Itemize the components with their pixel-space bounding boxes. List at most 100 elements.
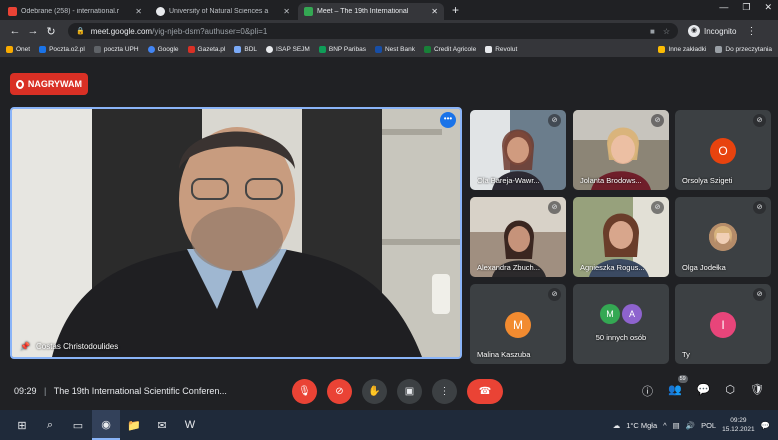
bookmark-item[interactable]: Credit Agricole xyxy=(423,46,477,53)
maximize-icon[interactable]: ❐ xyxy=(742,2,750,13)
bookmark-item[interactable]: poczta UPH xyxy=(93,46,139,53)
address-bar[interactable]: 🔒 meet.google.com /yig-njeb-dsm?authuser… xyxy=(68,23,678,39)
participant-tile[interactable]: ⊘ Ola Bareja-Wawr... xyxy=(470,110,566,190)
tab-meet[interactable]: Meet – The 19th International ✕ xyxy=(298,3,444,20)
reading-list-icon xyxy=(715,46,723,53)
camera-off-button[interactable]: ⊘ xyxy=(327,379,352,404)
bookmark-item[interactable]: Poczta.o2.pl xyxy=(39,46,85,53)
people-icon[interactable]: 👥 59 xyxy=(668,375,688,399)
bookmark-item[interactable]: Revolut xyxy=(485,46,517,53)
bookmark-icon xyxy=(234,46,242,53)
participant-tile[interactable]: ⊘ Agnieszka Rogus... xyxy=(573,197,669,277)
participant-tile[interactable]: O ⊘ Orsolya Szigeti xyxy=(675,110,771,190)
file-explorer-icon[interactable]: 📁 xyxy=(120,410,148,440)
profile-label: Incognito xyxy=(704,26,737,36)
network-icon[interactable]: ▤ xyxy=(673,421,680,430)
participant-tile[interactable]: M ⊘ Malina Kaszuba xyxy=(470,284,566,364)
language-indicator[interactable]: POL xyxy=(701,421,716,430)
activities-icon[interactable]: ⬡ xyxy=(725,383,735,399)
meeting-title: The 19th International Scientific Confer… xyxy=(53,386,227,396)
bookmark-item[interactable]: ISAP SEJM xyxy=(266,46,310,53)
forward-icon[interactable]: → xyxy=(24,25,42,37)
more-options-icon[interactable]: ••• xyxy=(440,112,456,128)
bookmark-item[interactable]: Google xyxy=(147,46,179,53)
bookmark-label: Gazeta.pl xyxy=(197,46,226,53)
weather-label[interactable]: 1°C Mgła xyxy=(626,421,657,430)
weather-icon[interactable]: ☁ xyxy=(613,421,621,430)
bookmark-item[interactable]: Nest Bank xyxy=(374,46,415,53)
reading-list[interactable]: Do przeczytania xyxy=(715,46,772,53)
pin-icon[interactable]: 📌 xyxy=(20,342,30,351)
leave-call-button[interactable]: ☎ xyxy=(467,379,503,404)
notifications-icon[interactable]: 💬 xyxy=(761,421,770,430)
participant-name: Orsolya Szigeti xyxy=(682,176,733,185)
browser-menu-icon[interactable]: ⋮ xyxy=(746,26,756,37)
host-controls-icon[interactable]: 🛡 xyxy=(750,383,764,399)
bookmark-label: Credit Agricole xyxy=(433,46,477,53)
participant-avatar: M xyxy=(505,312,531,338)
participant-name: Malina Kaszuba xyxy=(477,350,531,359)
info-icon[interactable]: ⓘ xyxy=(642,383,653,399)
main-speaker-video[interactable]: ••• 📌 Costas Christodoulides xyxy=(10,107,462,359)
present-screen-button[interactable]: ▣ xyxy=(397,379,422,404)
raise-hand-button[interactable]: ✋ xyxy=(362,379,387,404)
avatar-image xyxy=(709,223,737,251)
speaker-label: 📌 Costas Christodoulides xyxy=(20,342,118,351)
participant-tile[interactable]: ⊘ Jolanta Brodows... xyxy=(573,110,669,190)
meet-controls-bar: 09:29 | The 19th International Scientifi… xyxy=(0,366,778,410)
word-icon[interactable]: W xyxy=(176,410,204,440)
url-host: meet.google.com xyxy=(90,26,153,36)
other-bookmarks[interactable]: Inne zakładki xyxy=(658,46,706,53)
bookmark-item[interactable]: BNP Paribas xyxy=(318,46,366,53)
side-controls: ⓘ 👥 59 💬 ⬡ 🛡 xyxy=(642,375,764,399)
recording-indicator: NAGRYWAM xyxy=(10,73,88,95)
clock[interactable]: 09:29 15.12.2021 xyxy=(722,416,755,434)
speaker-name: Costas Christodoulides xyxy=(35,342,119,351)
bookmark-label: Onet xyxy=(16,46,31,53)
bookmark-label: Nest Bank xyxy=(384,46,415,53)
self-tile[interactable]: I ⊘ Ty xyxy=(675,284,771,364)
close-tab-icon[interactable]: ✕ xyxy=(283,7,290,16)
minimize-icon[interactable]: — xyxy=(719,2,728,13)
bookmark-label: Poczta.o2.pl xyxy=(49,46,85,53)
lock-icon[interactable]: 🔒 xyxy=(76,27,85,35)
tab-gmail[interactable]: Odebrane (258) - international.r ✕ xyxy=(2,3,148,20)
participant-tile[interactable]: ⊘ Alexandra Zbuch... xyxy=(470,197,566,277)
mic-off-icon: ⊘ xyxy=(548,288,561,301)
task-view-icon[interactable]: ▭ xyxy=(64,410,92,440)
camera-permission-icon[interactable]: ■ xyxy=(650,27,655,36)
bookmark-label: Inne zakładki xyxy=(668,46,707,53)
volume-icon[interactable]: 🔊 xyxy=(686,421,695,430)
clock-date: 15.12.2021 xyxy=(722,426,755,433)
search-icon[interactable]: ⌕ xyxy=(36,410,64,440)
globe-icon xyxy=(156,7,165,16)
bookmark-item[interactable]: Onet xyxy=(6,46,30,53)
close-tab-icon[interactable]: ✕ xyxy=(135,7,142,16)
close-window-icon[interactable]: ✕ xyxy=(764,2,772,13)
chat-icon[interactable]: 💬 xyxy=(697,383,711,399)
participant-tile[interactable]: ⊘ Olga Jodełka xyxy=(675,197,771,277)
participant-name: Ola Bareja-Wawr... xyxy=(477,176,540,185)
reload-icon[interactable]: ↻ xyxy=(42,25,60,38)
tray-chevron-icon[interactable]: ^ xyxy=(663,421,667,430)
mic-off-icon: ⊘ xyxy=(548,201,561,214)
bookmark-item[interactable]: Gazeta.pl xyxy=(187,46,226,53)
close-tab-icon[interactable]: ✕ xyxy=(431,7,438,16)
profile-button[interactable]: ◉ Incognito xyxy=(688,25,736,37)
bookmark-label: ISAP SEJM xyxy=(276,46,310,53)
back-icon[interactable]: ← xyxy=(6,25,24,37)
windows-start-icon[interactable]: ⊞ xyxy=(8,410,36,440)
tab-university[interactable]: University of Natural Sciences a ✕ xyxy=(150,3,296,20)
mail-icon[interactable]: ✉ xyxy=(148,410,176,440)
bookmark-item[interactable]: BDL xyxy=(234,46,257,53)
tab-title: University of Natural Sciences a xyxy=(169,8,269,15)
bookmark-star-icon[interactable]: ☆ xyxy=(663,27,670,36)
new-tab-button[interactable]: + xyxy=(452,3,459,20)
others-tile[interactable]: M A 50 innych osób xyxy=(573,284,669,364)
meeting-time: 09:29 xyxy=(14,386,37,396)
chrome-icon[interactable]: ◉ xyxy=(92,410,120,440)
mic-off-icon: ⊘ xyxy=(753,201,766,214)
mic-off-button[interactable]: 🎙 xyxy=(292,379,317,404)
participant-name: Ty xyxy=(682,350,690,359)
more-options-button[interactable]: ⋮ xyxy=(432,379,457,404)
